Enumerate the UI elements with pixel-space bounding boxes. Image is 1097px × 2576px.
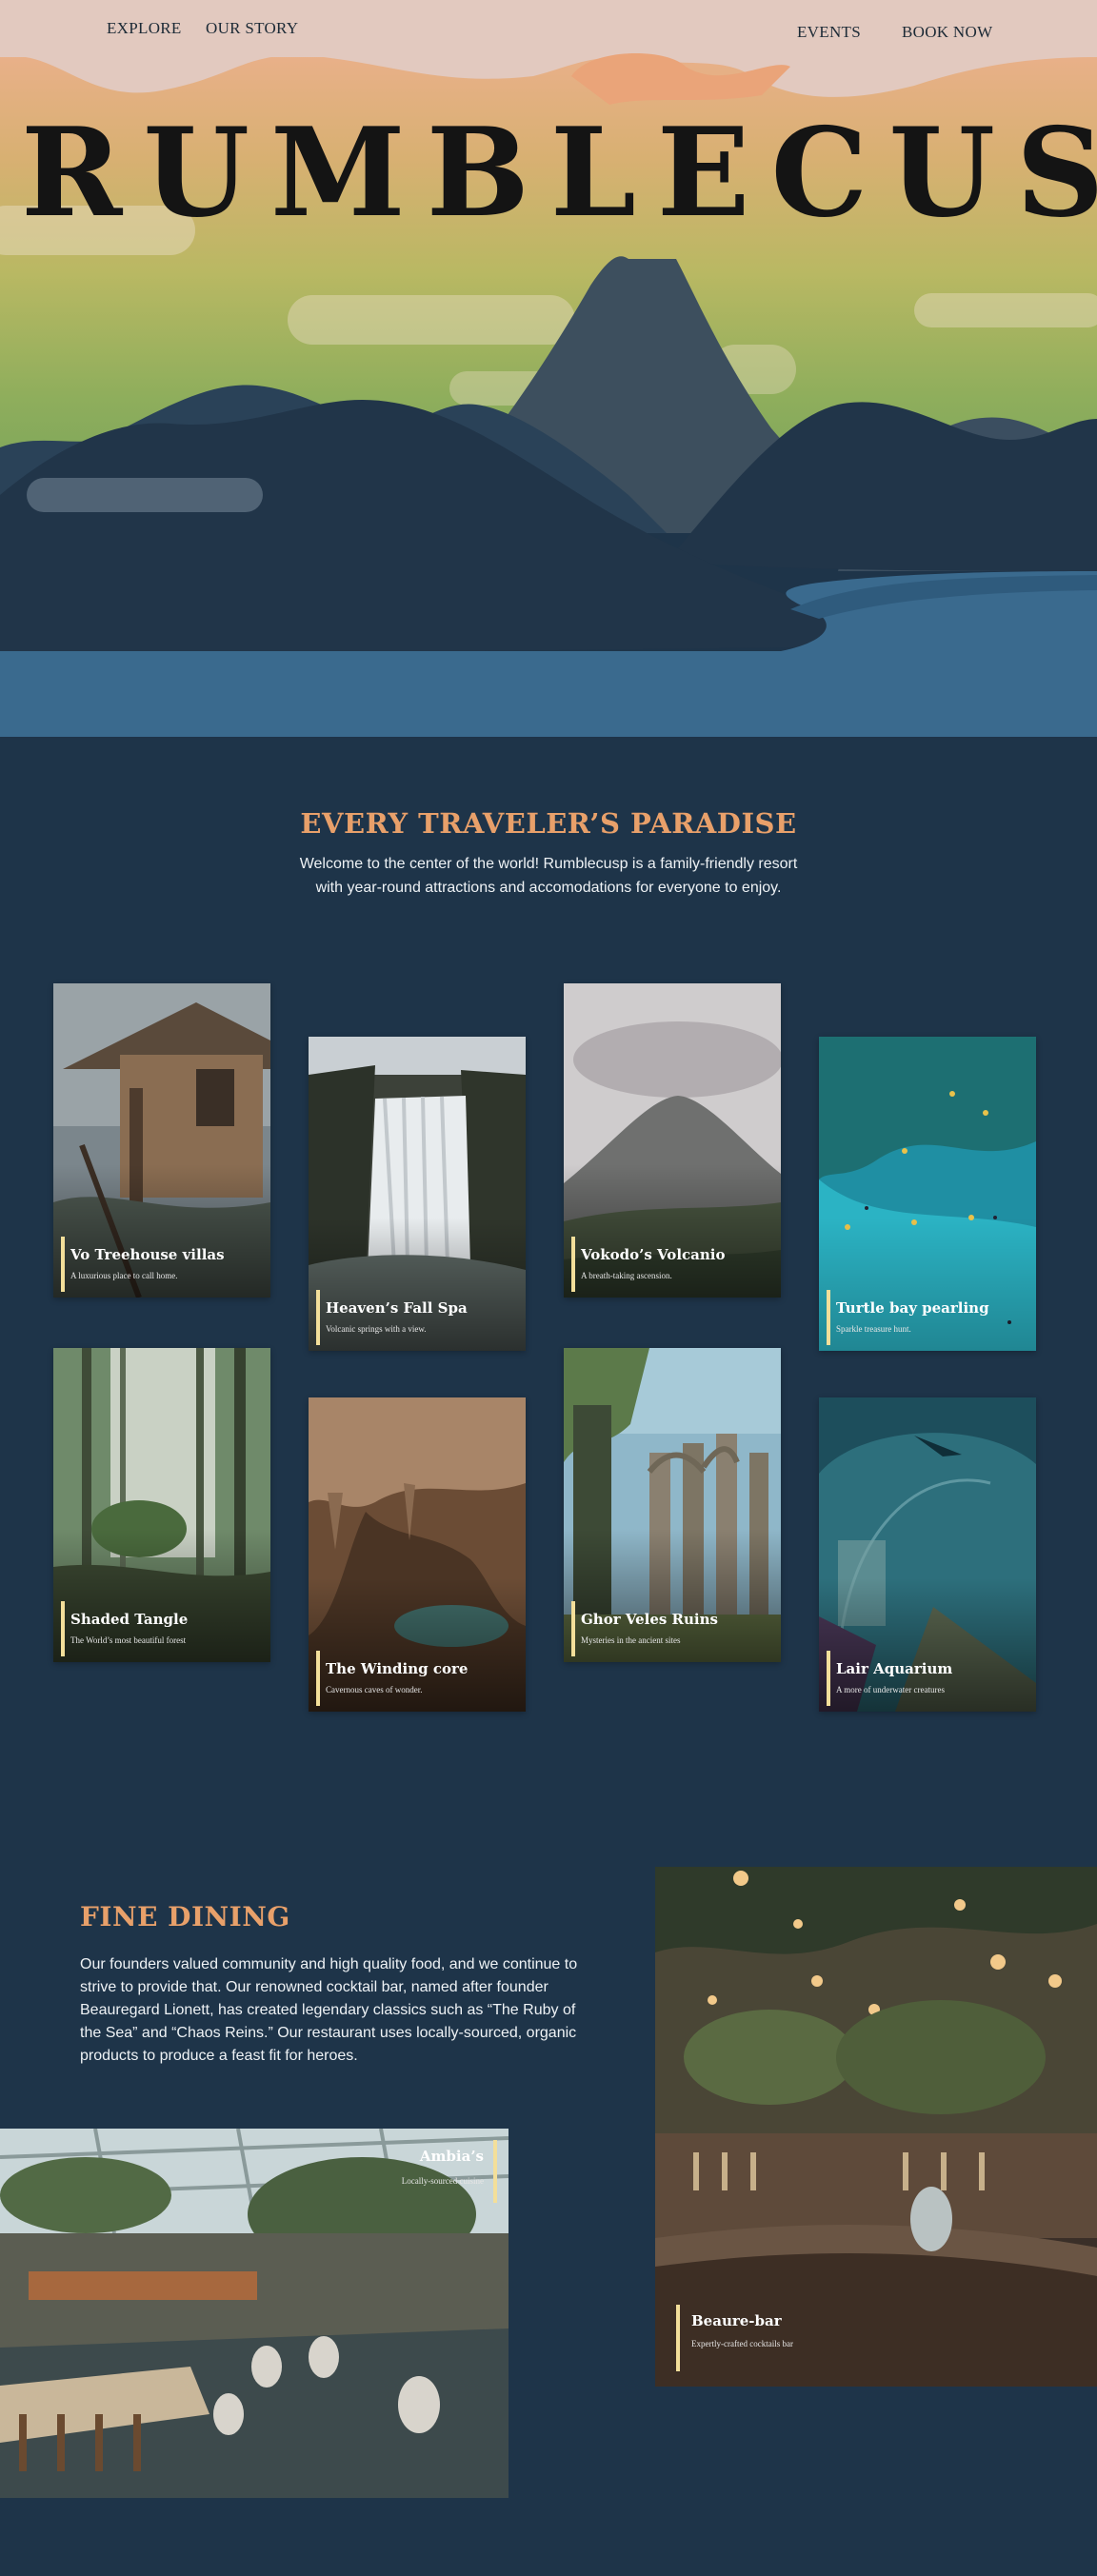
card-title: Shaded Tangle [70,1611,189,1628]
card-title: Lair Aquarium [836,1660,953,1677]
card-subtitle: Volcanic springs with a view. [326,1324,427,1334]
card-title: Vo Treehouse villas [70,1246,225,1263]
attraction-card-volcano[interactable]: Vokodo’s Volcanio A breath-taking ascens… [564,983,781,1298]
nav-our-story-link[interactable]: OUR STORY [206,19,298,38]
nav-events-link[interactable]: EVENTS [797,23,861,42]
attraction-card-forest[interactable]: Shaded Tangle The World’s most beautiful… [53,1348,270,1662]
dining-description: Our founders valued community and high q… [80,1956,578,2064]
dining-title: FINE DINING [80,1901,290,1932]
card-subtitle: The World’s most beautiful forest [70,1635,187,1645]
bar-title: Beaure-bar [691,2312,782,2329]
card-subtitle: A more of underwater creatures [836,1685,945,1694]
card-subtitle: Cavernous caves of wonder. [326,1685,423,1694]
section-title: EVERY TRAVELER’S PARADISE [300,807,797,840]
card-title: Vokodo’s Volcanio [581,1246,726,1263]
attraction-card-aquarium[interactable]: Lair Aquarium A more of underwater creat… [819,1397,1036,1712]
nav-explore-link[interactable]: EXPLORE [107,19,182,38]
attraction-card-turtle-bay[interactable]: Turtle bay pearling Sparkle treasure hun… [819,1037,1036,1351]
card-title: The Winding core [326,1660,469,1677]
card-subtitle: Mysteries in the ancient sites [581,1635,681,1645]
bar-photo-card[interactable]: Beaure-bar Expertly-crafted cocktails ba… [655,1867,1097,2387]
attraction-card-treehouse[interactable]: Vo Treehouse villas A luxurious place to… [53,983,270,1298]
card-title: Turtle bay pearling [836,1299,989,1317]
attraction-card-spa[interactable]: Heaven’s Fall Spa Volcanic springs with … [309,1037,526,1351]
card-title: Heaven’s Fall Spa [326,1299,468,1317]
restaurant-title: Ambia’s [419,2148,484,2165]
bar-subtitle: Expertly-crafted cocktails bar [691,2339,793,2348]
brand-title: RUMBLECUSP [21,102,1097,245]
card-accent-bar [61,1237,65,1292]
restaurant-photo-card[interactable]: Ambia’s Locally-sourced cuisine [0,2129,509,2498]
card-subtitle: A breath-taking ascension. [581,1271,672,1280]
cocktail-bar-photo [655,1867,1097,2387]
attraction-card-cave[interactable]: The Winding core Cavernous caves of wond… [309,1397,526,1712]
card-subtitle: Sparkle treasure hunt. [836,1324,911,1334]
nav-book-now-link[interactable]: BOOK NOW [902,23,992,42]
card-title: Ghor Veles Ruins [581,1611,718,1628]
hero-banner: EXPLORE OUR STORY EVENTS BOOK NOW RUMBLE… [0,0,1097,737]
card-subtitle: A luxurious place to call home. [70,1271,178,1280]
attraction-card-ruins[interactable]: Ghor Veles Ruins Mysteries in the ancien… [564,1348,781,1662]
restaurant-subtitle: Locally-sourced cuisine [401,2176,484,2186]
section-description: Welcome to the center of the world! Rumb… [299,856,798,896]
